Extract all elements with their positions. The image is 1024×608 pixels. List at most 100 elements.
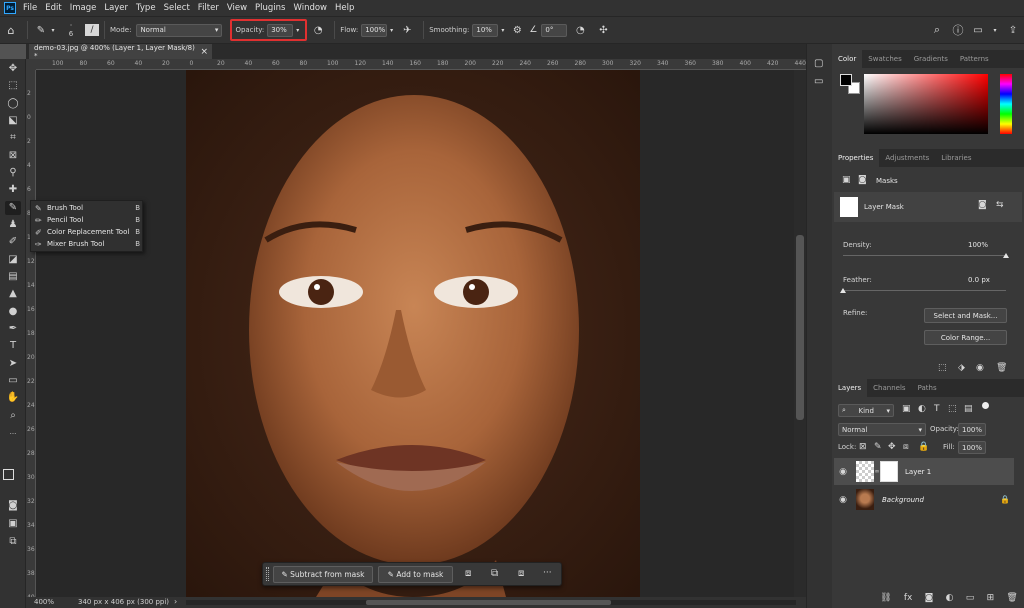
smoothing-input[interactable]: 10%: [472, 23, 499, 37]
marquee-tool-icon[interactable]: ⬚: [5, 79, 21, 93]
object-select-icon[interactable]: ⬕: [5, 114, 21, 128]
color-field[interactable]: [864, 74, 988, 134]
move-tool-icon[interactable]: ✥: [5, 62, 21, 76]
color-range-button[interactable]: Color Range...: [924, 330, 1007, 345]
link-layers-icon[interactable]: ⛓: [880, 593, 891, 607]
more-tools-icon[interactable]: ···: [5, 427, 21, 441]
eraser-icon[interactable]: ◪: [5, 253, 21, 267]
filter-toggle-icon[interactable]: [982, 402, 989, 409]
pixel-mask-icon[interactable]: ▣: [842, 175, 851, 185]
select-and-mask-button[interactable]: Select and Mask...: [924, 308, 1007, 323]
zoom-tool-icon[interactable]: ⌕: [5, 409, 21, 423]
close-tab-icon[interactable]: ×: [200, 47, 208, 57]
history-brush-icon[interactable]: ✐: [5, 235, 21, 249]
apply-mask-icon[interactable]: ⬗: [958, 363, 965, 373]
subtract-from-mask-button[interactable]: ✎ Subtract from mask: [273, 566, 373, 583]
tab-paths[interactable]: Paths: [912, 379, 943, 397]
opacity-input[interactable]: 30%: [267, 23, 294, 37]
menu-file[interactable]: File: [23, 3, 37, 13]
symmetry-icon[interactable]: ✣: [593, 25, 613, 36]
workspace-icon[interactable]: ▭: [968, 25, 988, 36]
filter-smart-object-icon[interactable]: ▤: [964, 404, 973, 414]
load-selection-icon[interactable]: ⬚: [938, 363, 947, 373]
tab-channels[interactable]: Channels: [867, 379, 911, 397]
tab-gradients[interactable]: Gradients: [908, 50, 954, 68]
more-options-icon[interactable]: ···: [543, 568, 552, 578]
new-layer-icon[interactable]: ⊞: [987, 593, 995, 607]
pressure-size-icon[interactable]: ◔: [567, 25, 593, 36]
dodge-icon[interactable]: ●: [5, 305, 21, 319]
chevron-down-icon[interactable]: ▾: [988, 27, 1002, 34]
rectangle-tool-icon[interactable]: ▭: [5, 374, 21, 388]
brush-tool-icon[interactable]: ✎: [5, 201, 21, 215]
unlink-mask-icon[interactable]: ⇆: [996, 200, 1004, 210]
delete-layer-icon[interactable]: 🗑: [1006, 593, 1017, 607]
help-icon[interactable]: ⓘ: [948, 22, 968, 38]
layer-opacity-input[interactable]: 100%: [958, 423, 986, 436]
apply-mask-icon[interactable]: ◙: [978, 200, 987, 210]
mask-feather-icon[interactable]: ⧈: [518, 568, 524, 579]
fill-input[interactable]: 100%: [958, 441, 986, 454]
eyedropper-icon[interactable]: ⚲: [5, 166, 21, 180]
adjustment-layer-icon[interactable]: ◐: [946, 593, 954, 607]
comments-icon[interactable]: ▭: [814, 76, 823, 87]
layer-filter-select[interactable]: ⌕ Kind ▾: [838, 404, 894, 417]
h-scrollbar-thumb[interactable]: [366, 600, 611, 605]
clone-stamp-icon[interactable]: ♟: [5, 218, 21, 232]
tab-swatches[interactable]: Swatches: [862, 50, 907, 68]
lock-all-icon[interactable]: 🔒: [918, 442, 929, 452]
share-icon[interactable]: ⇪: [1002, 25, 1024, 36]
menu-edit[interactable]: Edit: [45, 3, 61, 13]
vector-mask-icon[interactable]: ◙: [858, 175, 867, 185]
visibility-eye-icon[interactable]: ◉: [834, 467, 852, 477]
chevron-down-icon[interactable]: ▾: [293, 27, 302, 34]
add-to-mask-button[interactable]: ✎ Add to mask: [378, 566, 453, 583]
visibility-eye-icon[interactable]: ◉: [834, 495, 852, 505]
flyout-item-brush[interactable]: ✎ Brush Tool B: [35, 202, 140, 214]
lock-transparent-icon[interactable]: ⊠: [859, 442, 867, 452]
foreground-color-chip[interactable]: [840, 74, 852, 86]
history-icon[interactable]: ▢: [814, 58, 823, 69]
density-slider-knob[interactable]: [1003, 253, 1009, 258]
menu-window[interactable]: Window: [293, 3, 327, 13]
brush-size-picker[interactable]: · 6: [57, 22, 85, 39]
flyout-item-color-replacement[interactable]: ✐ Color Replacement Tool B: [35, 226, 140, 238]
density-value[interactable]: 100%: [968, 241, 988, 249]
drag-handle[interactable]: [266, 567, 269, 581]
feather-slider-knob[interactable]: [840, 288, 846, 293]
delete-icon[interactable]: 🗑: [996, 363, 1007, 373]
menu-select[interactable]: Select: [164, 3, 190, 13]
pressure-opacity-icon[interactable]: ◔: [307, 25, 329, 36]
type-tool-icon[interactable]: T: [5, 339, 21, 353]
filter-shape-icon[interactable]: ⬚: [948, 404, 957, 414]
tab-layers[interactable]: Layers: [832, 379, 868, 397]
menu-plugins[interactable]: Plugins: [255, 3, 285, 13]
layer-row-background[interactable]: ◉ Background 🔒: [834, 486, 1014, 513]
filter-adjustment-icon[interactable]: ◐: [918, 404, 926, 414]
crop-tool-icon[interactable]: ⌗: [5, 131, 21, 145]
frame-tool-icon[interactable]: ⊠: [5, 149, 21, 163]
tab-patterns[interactable]: Patterns: [954, 50, 995, 68]
menu-view[interactable]: View: [227, 3, 247, 13]
lock-position-icon[interactable]: ✥: [888, 442, 896, 452]
angle-input[interactable]: 0°: [541, 23, 568, 37]
tab-adjustments[interactable]: Adjustments: [879, 149, 935, 167]
flyout-item-mixer-brush[interactable]: ✑ Mixer Brush Tool B: [35, 238, 140, 250]
quick-mask-icon[interactable]: ◙: [5, 499, 21, 513]
tab-properties[interactable]: Properties: [832, 149, 880, 167]
density-track[interactable]: [843, 255, 1006, 256]
lock-pixels-icon[interactable]: ✎: [874, 442, 882, 452]
screen-mode-icon[interactable]: ▣: [5, 517, 21, 531]
group-icon[interactable]: ▭: [966, 593, 975, 607]
hand-tool-icon[interactable]: ✋: [5, 391, 21, 405]
brush-preset-icon[interactable]: ✎: [33, 25, 49, 36]
foreground-color-swatch[interactable]: [3, 469, 14, 480]
menu-filter[interactable]: Filter: [198, 3, 219, 13]
mode-select[interactable]: Normal ▾: [136, 23, 223, 37]
zoom-level[interactable]: 400%: [34, 598, 54, 606]
document-canvas[interactable]: [186, 70, 640, 597]
document-tab[interactable]: demo-03.jpg @ 400% (Layer 1, Layer Mask/…: [29, 44, 212, 60]
chevron-right-icon[interactable]: ›: [174, 597, 177, 606]
pen-icon[interactable]: ✒: [5, 322, 21, 336]
layer-style-icon[interactable]: fx: [904, 593, 913, 607]
